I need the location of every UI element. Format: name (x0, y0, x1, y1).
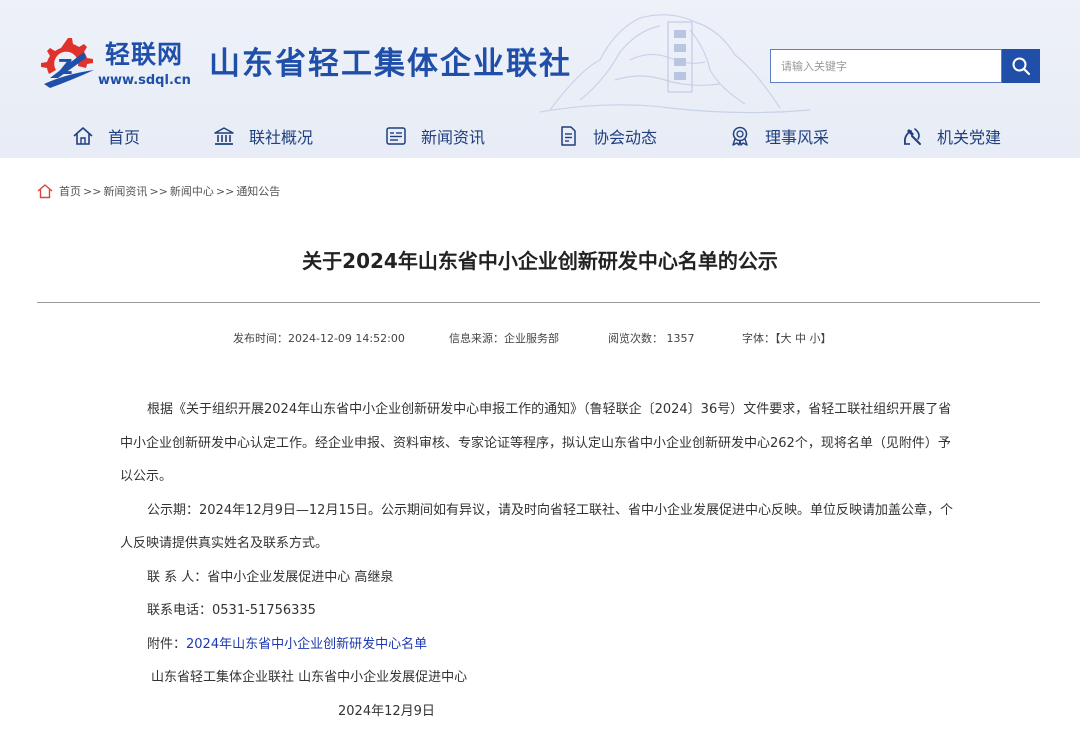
site-header: Z 轻联网 www.sdql.cn 山东省轻工集体企业联社 首页 (0, 0, 1080, 158)
brand-name: 轻联网 (105, 40, 184, 69)
brand-url[interactable]: www.sdql.cn (98, 73, 191, 89)
bank-icon (214, 127, 234, 145)
font-size-selector[interactable]: 字体：【大 中 小】 (742, 331, 832, 347)
attachment-label: 附件： (147, 636, 187, 652)
breadcrumb-item-news-center[interactable]: 新闻中心 (170, 183, 214, 199)
paragraph-intro: 根据《关于组织开展2024年山东省中小企业创新研发中心申报工作的通知》（鲁轻联企… (120, 402, 952, 484)
attachment-line: 附件：2024年山东省中小企业创新研发中心名单 (120, 628, 960, 662)
publish-time: 发布时间：2024-12-09 14:52:00 (233, 332, 405, 345)
nav-item-home[interactable]: 首页 (72, 118, 140, 154)
nav-label: 协会动态 (593, 128, 658, 147)
search-icon (1012, 57, 1031, 76)
nav-item-party[interactable]: 机关党建 (901, 118, 1001, 154)
main-nav: 首页 联社概况 新闻资讯 协会动态 理事风采 机关党建 (0, 118, 1080, 154)
title-divider (37, 302, 1040, 303)
nav-item-news[interactable]: 新闻资讯 (385, 118, 485, 154)
contact-person: 联 系 人：省中小企业发展促进中心 高继泉 (147, 569, 394, 585)
breadcrumb: 首页 >> 新闻资讯 >> 新闻中心 >> 通知公告 (36, 181, 280, 201)
nav-label: 理事风采 (765, 128, 830, 147)
search-input[interactable] (770, 49, 1002, 83)
nav-label: 首页 (108, 128, 141, 147)
view-count: 阅览次数： 1357 (608, 332, 695, 345)
logo-gear-icon: Z (41, 38, 94, 88)
medal-icon (732, 126, 748, 146)
nav-label: 联社概况 (249, 128, 314, 147)
org-title[interactable]: 山东省轻工集体企业联社 (209, 44, 572, 84)
breadcrumb-separator: >> (215, 184, 235, 198)
party-emblem-icon (903, 128, 921, 145)
nav-item-directors[interactable]: 理事风采 (729, 118, 829, 154)
attachment-link[interactable]: 2024年山东省中小企业创新研发中心名单 (186, 637, 427, 652)
paragraph-period: 公示期：2024年12月9日—12月15日。公示期间如有异议，请及时向省轻工联社… (120, 502, 953, 552)
nav-item-association[interactable]: 协会动态 (557, 118, 657, 154)
breadcrumb-item-home[interactable]: 首页 (59, 183, 81, 199)
info-source: 信息来源：企业服务部 (449, 332, 559, 345)
nav-label: 机关党建 (937, 128, 1002, 147)
article-title: 关于2024年山东省中小企业创新研发中心名单的公示 (302, 249, 778, 273)
signature: 山东省轻工集体企业联社 山东省中小企业发展促进中心 (151, 670, 468, 685)
home-icon (37, 184, 53, 199)
search-button[interactable] (1002, 49, 1040, 83)
breadcrumb-item-notice[interactable]: 通知公告 (236, 183, 280, 199)
news-icon (386, 127, 406, 145)
nav-item-overview[interactable]: 联社概况 (213, 118, 313, 154)
article-body: 根据《关于组织开展2024年山东省中小企业创新研发中心申报工作的通知》（鲁轻联企… (120, 393, 960, 728)
document-icon (561, 126, 576, 146)
issue-date: 2024年12月9日 (338, 703, 435, 719)
svg-text:Z: Z (58, 55, 73, 79)
contact-phone: 联系电话：0531-51756335 (147, 603, 316, 618)
home-icon (73, 127, 93, 145)
breadcrumb-separator: >> (149, 184, 168, 198)
nav-label: 新闻资讯 (421, 128, 486, 147)
breadcrumb-item-news[interactable]: 新闻资讯 (103, 183, 147, 199)
breadcrumb-separator: >> (83, 184, 102, 198)
